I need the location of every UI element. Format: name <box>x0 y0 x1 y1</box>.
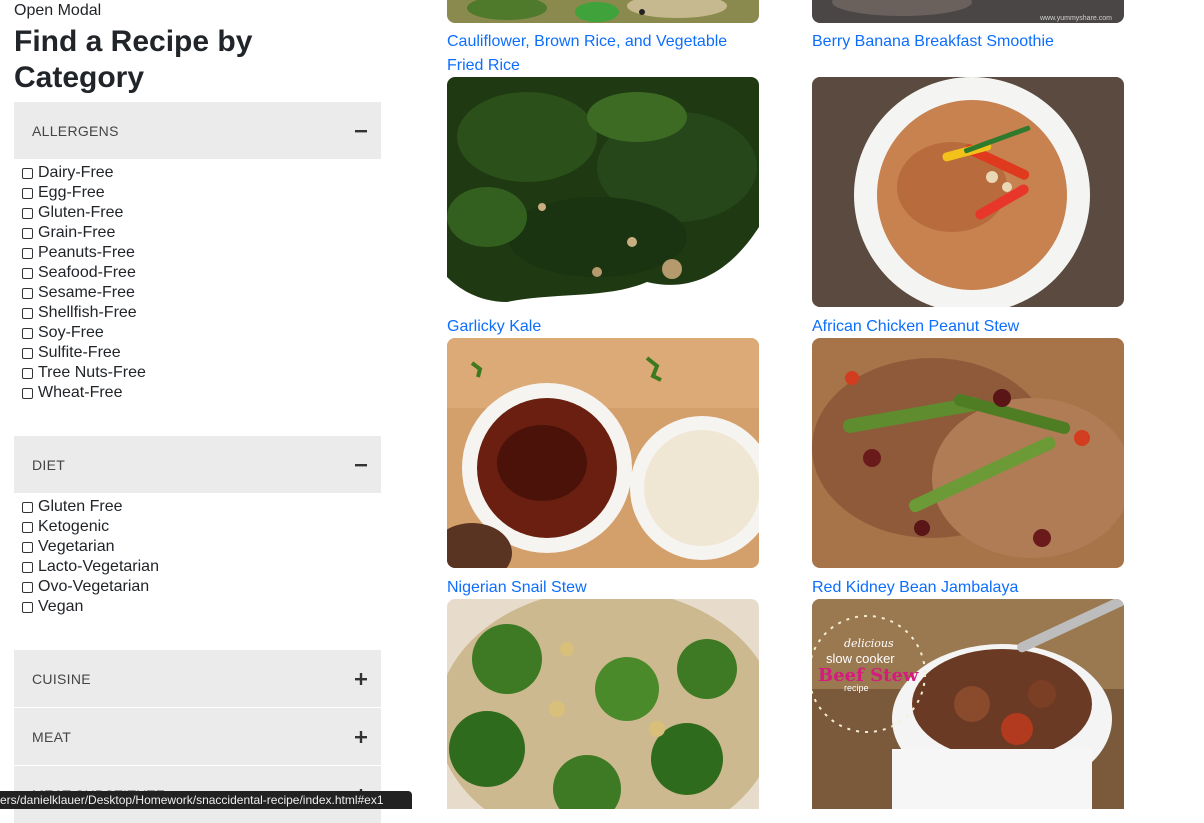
recipe-image[interactable] <box>447 599 759 809</box>
filter-option[interactable]: Soy-Free <box>22 323 146 343</box>
recipe-link[interactable]: Cauliflower, Brown Rice, and Vegetable F… <box>447 30 759 78</box>
accordion-diet-header[interactable]: DIET <box>14 436 381 493</box>
checkbox[interactable] <box>22 347 33 359</box>
filter-option[interactable]: Grain-Free <box>22 223 146 243</box>
filter-option[interactable]: Shellfish-Free <box>22 303 146 323</box>
checkbox[interactable] <box>22 307 33 319</box>
accordion-title: CUISINE <box>32 670 91 687</box>
overlay-text: recipe <box>844 683 869 693</box>
plus-icon[interactable] <box>355 708 367 765</box>
filter-option[interactable]: Gluten Free <box>22 497 159 517</box>
accordion-title: ALLERGENS <box>32 122 119 139</box>
checkbox[interactable] <box>22 601 33 613</box>
filter-option[interactable]: Wheat-Free <box>22 383 146 403</box>
page-title: Find a Recipe by Category <box>14 25 253 94</box>
diet-list: Gluten Free Ketogenic Vegetarian Lacto-V… <box>22 497 159 617</box>
checkbox[interactable] <box>22 167 33 179</box>
allergens-list: Dairy-Free Egg-Free Gluten-Free Grain-Fr… <box>22 163 146 403</box>
recipe-image[interactable]: www.yummyshare.com <box>812 0 1124 23</box>
recipe-image[interactable] <box>812 338 1124 568</box>
checkbox[interactable] <box>22 187 33 199</box>
filter-option[interactable]: Vegetarian <box>22 537 159 557</box>
filter-option[interactable]: Tree Nuts-Free <box>22 363 146 383</box>
filter-option[interactable]: Sesame-Free <box>22 283 146 303</box>
recipe-image[interactable] <box>447 338 759 568</box>
filter-option[interactable]: Gluten-Free <box>22 203 146 223</box>
checkbox[interactable] <box>22 561 33 573</box>
checkbox[interactable] <box>22 387 33 399</box>
recipe-link[interactable]: Berry Banana Breakfast Smoothie <box>812 30 1054 54</box>
recipe-link[interactable]: Red Kidney Bean Jambalaya <box>812 576 1018 600</box>
accordion-cuisine-header[interactable]: CUISINE <box>14 650 381 707</box>
checkbox[interactable] <box>22 541 33 553</box>
checkbox[interactable] <box>22 581 33 593</box>
minus-icon[interactable] <box>355 102 367 159</box>
recipe-image[interactable] <box>447 0 759 23</box>
checkbox[interactable] <box>22 287 33 299</box>
open-modal-link[interactable]: Open Modal <box>14 2 101 20</box>
checkbox[interactable] <box>22 227 33 239</box>
overlay-text: slow cooker <box>826 651 895 666</box>
plus-icon[interactable] <box>355 650 367 707</box>
filter-option[interactable]: Ovo-Vegetarian <box>22 577 159 597</box>
filter-option[interactable]: Ketogenic <box>22 517 159 537</box>
recipe-link[interactable]: African Chicken Peanut Stew <box>812 315 1019 339</box>
accordion-allergens-header[interactable]: ALLERGENS <box>14 102 381 159</box>
filter-option[interactable]: Vegan <box>22 597 159 617</box>
checkbox[interactable] <box>22 327 33 339</box>
accordion-title: DIET <box>32 456 66 473</box>
recipe-image[interactable]: delicious slow cooker Beef Stew recipe <box>812 599 1124 809</box>
recipe-image[interactable] <box>812 77 1124 307</box>
recipe-image[interactable] <box>447 77 759 307</box>
recipe-link[interactable]: Nigerian Snail Stew <box>447 576 587 600</box>
checkbox[interactable] <box>22 207 33 219</box>
status-bar-url: ers/danielklauer/Desktop/Homework/snacci… <box>0 791 412 809</box>
checkbox[interactable] <box>22 501 33 513</box>
checkbox[interactable] <box>22 521 33 533</box>
checkbox[interactable] <box>22 247 33 259</box>
accordion-meat-header[interactable]: MEAT <box>14 708 381 765</box>
accordion-title: MEAT <box>32 728 72 745</box>
minus-icon[interactable] <box>355 436 367 493</box>
checkbox[interactable] <box>22 267 33 279</box>
image-watermark: www.yummyshare.com <box>1039 15 1112 22</box>
filter-option[interactable]: Lacto-Vegetarian <box>22 557 159 577</box>
recipe-link[interactable]: Garlicky Kale <box>447 315 541 339</box>
filter-option[interactable]: Sulfite-Free <box>22 343 146 363</box>
filter-option[interactable]: Peanuts-Free <box>22 243 146 263</box>
filter-option[interactable]: Dairy-Free <box>22 163 146 183</box>
filter-option[interactable]: Egg-Free <box>22 183 146 203</box>
overlay-text: delicious <box>844 637 894 650</box>
checkbox[interactable] <box>22 367 33 379</box>
filter-option[interactable]: Seafood-Free <box>22 263 146 283</box>
